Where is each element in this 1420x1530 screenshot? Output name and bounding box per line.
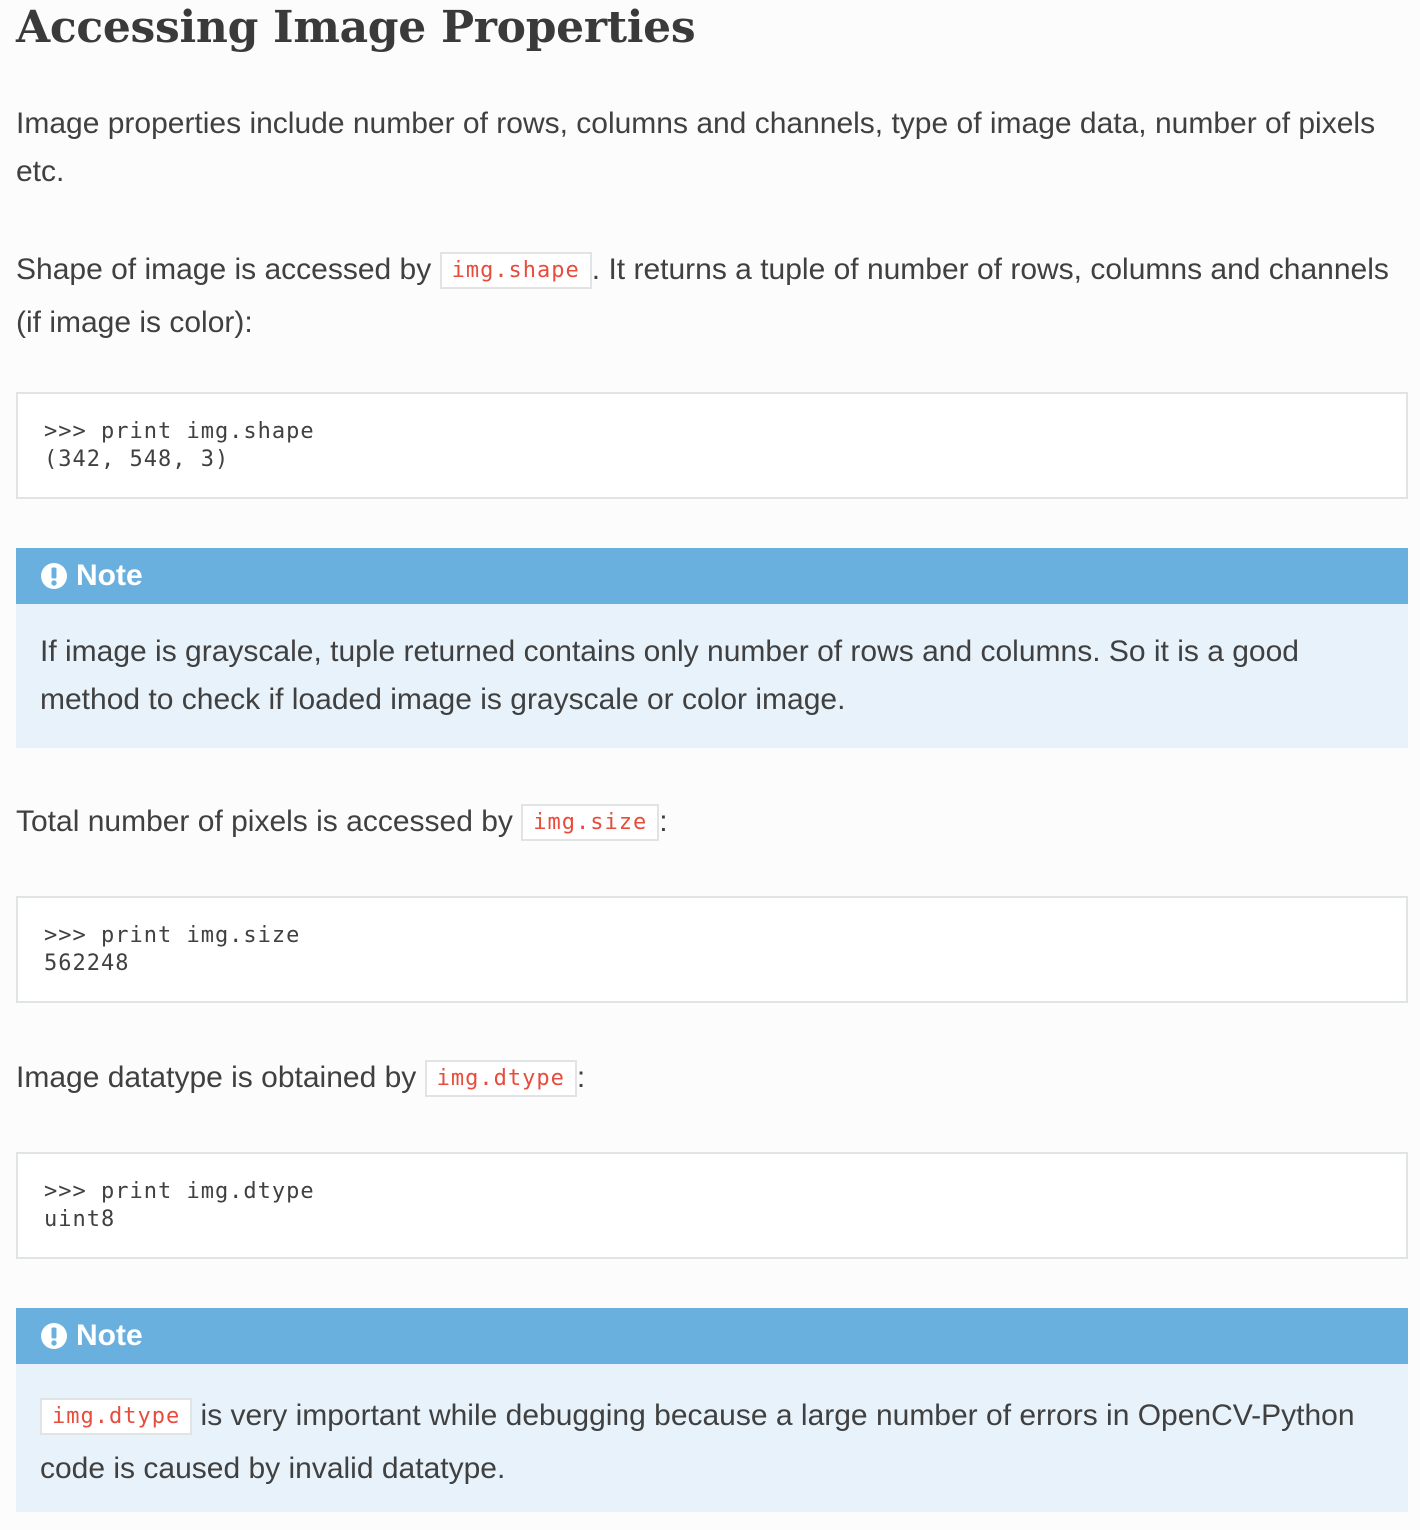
code-shape: >>> print img.shape (342, 548, 3) (44, 418, 315, 474)
dtype-text-before: Image datatype is obtained by (16, 1061, 425, 1094)
intro-paragraph: Image properties include number of rows,… (16, 107, 1376, 188)
note-admonition-dtype: Note img.dtype is very important while d… (16, 1308, 1408, 1512)
note-body: If image is grayscale, tuple returned co… (40, 635, 1299, 716)
code-size: >>> print img.size 562248 (44, 922, 300, 978)
inline-code-img-dtype: img.dtype (424, 1060, 577, 1097)
code-block-size: >>> print img.size 562248 (16, 896, 1408, 1003)
code-line-command: >>> print img.size (44, 923, 301, 948)
page-title: Accessing Image Properties (16, 2, 696, 53)
dtype-text-after: : (576, 1061, 586, 1094)
inline-code-img-size: img.size (521, 804, 660, 841)
size-text-after: : (659, 805, 668, 838)
shape-text-before: Shape of image is accessed by (16, 253, 440, 286)
note-body-text: is very important while debugging becaus… (40, 1399, 1355, 1485)
exclamation-circle-icon (41, 1323, 67, 1349)
code-line-command: >>> print img.dtype (44, 1179, 315, 1204)
exclamation-circle-icon (41, 563, 67, 589)
note-admonition-grayscale: Note If image is grayscale, tuple return… (16, 548, 1408, 748)
inline-code-img-shape: img.shape (439, 252, 592, 289)
code-block-shape: >>> print img.shape (342, 548, 3) (16, 392, 1408, 499)
dtype-paragraph: Image datatype is obtained by img.dtype: (16, 1054, 1406, 1103)
code-line-command: >>> print img.shape (44, 419, 315, 444)
code-line-output: (342, 548, 3) (44, 447, 230, 472)
shape-paragraph: Shape of image is accessed by img.shape.… (16, 244, 1406, 349)
code-block-dtype: >>> print img.dtype uint8 (16, 1152, 1408, 1259)
document-page: Accessing Image Properties Image propert… (0, 0, 1420, 1530)
note-title-bar: Note (16, 548, 1408, 604)
note-title-bar: Note (16, 1308, 1408, 1364)
note-title: Note (76, 1319, 143, 1352)
code-line-output: uint8 (44, 1207, 116, 1232)
note-body: img.dtype is very important while debugg… (40, 1390, 1378, 1495)
code-dtype: >>> print img.dtype uint8 (44, 1178, 315, 1234)
size-text-before: Total number of pixels is accessed by (16, 805, 522, 838)
code-line-output: 562248 (44, 951, 130, 976)
note-title: Note (76, 559, 143, 592)
inline-code-img-dtype: img.dtype (40, 1398, 193, 1435)
size-paragraph: Total number of pixels is accessed by im… (16, 798, 1406, 847)
